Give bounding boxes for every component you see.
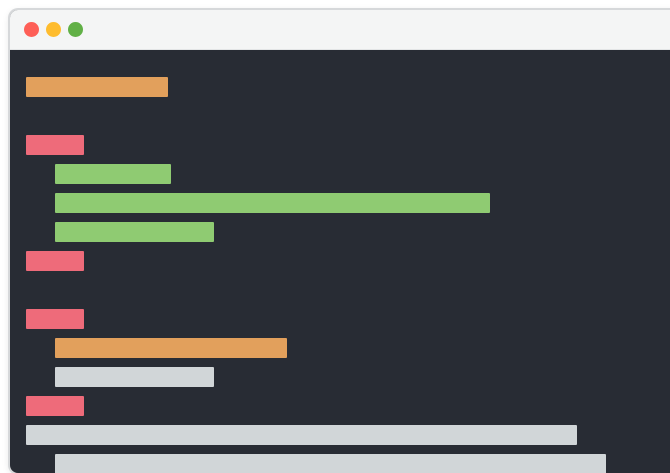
code-line — [55, 164, 171, 184]
code-area[interactable] — [10, 50, 670, 473]
code-line — [55, 222, 214, 242]
close-button[interactable] — [24, 22, 39, 37]
minimize-button[interactable] — [46, 22, 61, 37]
code-line — [26, 77, 168, 97]
code-line — [26, 309, 84, 329]
code-line — [26, 251, 84, 271]
code-line — [26, 425, 577, 445]
window-titlebar[interactable] — [10, 10, 670, 50]
code-line — [55, 454, 606, 473]
code-editor-window — [10, 10, 670, 473]
code-line — [26, 396, 84, 416]
code-line — [55, 367, 214, 387]
code-line — [55, 193, 490, 213]
code-line — [55, 338, 287, 358]
code-line — [26, 135, 84, 155]
maximize-button[interactable] — [68, 22, 83, 37]
